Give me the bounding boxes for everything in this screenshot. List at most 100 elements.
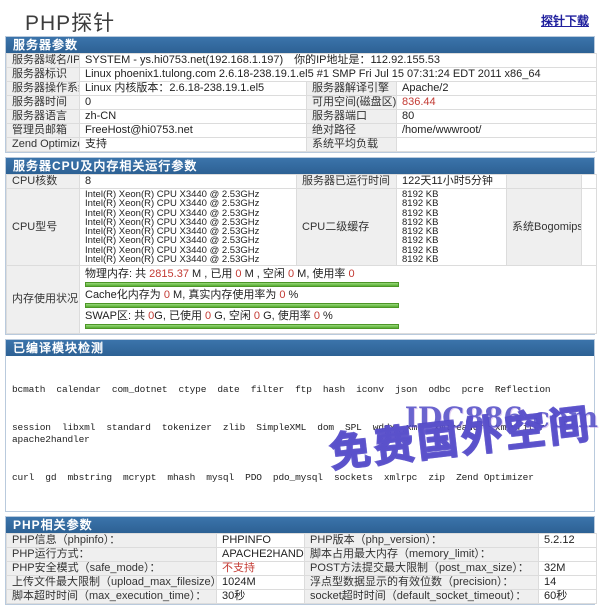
row-value: zh-CN xyxy=(80,110,307,124)
section-php-params: PHP相关参数 PHP信息（phpinfo）：PHPINFOPHP版本（php_… xyxy=(5,516,595,605)
memory-usage-text: SWAP区: 共 0G, 已使用 0 G, 空闲 0 G, 使用率 0 % xyxy=(85,310,591,323)
row-label: PHP安全模式（safe_mode）： xyxy=(7,562,217,576)
row-label: 服务器操作系统 xyxy=(7,82,80,96)
detail-line: 8192 KB xyxy=(402,255,501,264)
memory-usage-bar-fill xyxy=(86,283,398,286)
row-label: 系统平均负载 xyxy=(307,138,397,152)
memory-usage-text: Cache化内存为 0 M, 真实内存使用率为 0 % xyxy=(85,289,591,302)
row-label: 内存使用状况 xyxy=(7,266,80,334)
memory-usage-bar-fill xyxy=(86,304,398,307)
memory-label-text: % xyxy=(320,310,333,322)
cpu-memory-table: CPU核数8服务器已运行时间122天11小时5分钟CPU型号Intel(R) X… xyxy=(6,174,597,334)
row-value: 60秒 xyxy=(539,590,597,604)
memory-usage-bar xyxy=(85,303,399,308)
memory-label-text: G, 已使用 xyxy=(154,310,205,322)
row-label: CPU二级缓存 xyxy=(297,189,397,266)
memory-label-text: M, 使用率 xyxy=(294,268,348,280)
row-value xyxy=(582,189,597,266)
modules-line: session libxml standard tokenizer zlib S… xyxy=(12,422,588,447)
memory-value: 2815.37 xyxy=(149,268,189,280)
table-row: PHP运行方式：APACHE2HANDLER脚本占用最大内存（memory_li… xyxy=(7,548,597,562)
table-row: CPU型号Intel(R) Xeon(R) CPU X3440 @ 2.53GH… xyxy=(7,189,597,266)
table-row: 服务器操作系统Linux 内核版本：2.6.18-238.19.1.el5服务器… xyxy=(7,82,597,96)
row-label: CPU型号 xyxy=(7,189,80,266)
row-label: PHP运行方式： xyxy=(7,548,217,562)
row-label: 服务器标识 xyxy=(7,68,80,82)
row-value: /home/wwwroot/ xyxy=(397,124,597,138)
memory-label-text: G, 空闲 xyxy=(211,310,254,322)
section-server-params: 服务器参数 服务器域名/IP地址SYSTEM - ys.hi0753.net(1… xyxy=(5,36,595,153)
row-value: SYSTEM - ys.hi0753.net(192.168.1.197) 你的… xyxy=(80,54,597,68)
row-value: 8 xyxy=(80,175,297,189)
section-header-php-params: PHP相关参数 xyxy=(6,517,594,533)
row-label: 管理员邮箱 xyxy=(7,124,80,138)
section-header-compiled-modules: 已编译模块检测 xyxy=(6,340,594,356)
memory-usage-text: 物理内存: 共 2815.37 M , 已用 0 M , 空闲 0 M, 使用率… xyxy=(85,268,591,281)
row-value: FreeHost@hi0753.net xyxy=(80,124,307,138)
table-row: 服务器时间0可用空间(磁盘区)836.44 xyxy=(7,96,597,110)
memory-label-text: M , 已用 xyxy=(189,268,235,280)
row-label: 浮点型数据显示的有效位数（precision）： xyxy=(305,576,539,590)
row-value xyxy=(397,138,597,152)
row-value: 32M xyxy=(539,562,597,576)
row-value: APACHE2HANDLER xyxy=(217,548,305,562)
section-cpu-memory: 服务器CPU及内存相关运行参数 CPU核数8服务器已运行时间122天11小时5分… xyxy=(5,157,595,335)
page-title: PHP探针 xyxy=(25,7,115,37)
memory-label-text: Cache化内存为 xyxy=(85,289,164,301)
memory-usage-row: 内存使用状况物理内存: 共 2815.37 M , 已用 0 M , 空闲 0 … xyxy=(7,266,597,334)
row-value xyxy=(539,548,597,562)
row-value: 不支持 xyxy=(217,562,305,576)
row-value: 836.44 xyxy=(397,96,597,110)
memory-usage-bar xyxy=(85,324,399,329)
table-row: Zend Optimizer支持系统平均负载 xyxy=(7,138,597,152)
php-probe-page: PHP探针 探针下载 服务器参数 服务器域名/IP地址SYSTEM - ys.h… xyxy=(0,0,600,605)
row-value: 122天11小时5分钟 xyxy=(397,175,507,189)
row-label: 服务器语言 xyxy=(7,110,80,124)
memory-usage-line: Cache化内存为 0 M, 真实内存使用率为 0 % xyxy=(85,289,591,308)
row-label: 可用空间(磁盘区) xyxy=(307,96,397,110)
compiled-modules-list: bcmath calendar com_dotnet ctype date fi… xyxy=(6,356,594,511)
row-value: 5.2.12 xyxy=(539,534,597,548)
table-row: 服务器语言zh-CN服务器端口80 xyxy=(7,110,597,124)
row-value: Linux 内核版本：2.6.18-238.19.1.el5 xyxy=(80,82,307,96)
row-value: Apache/2 xyxy=(397,82,597,96)
row-label: PHP版本（php_version）： xyxy=(305,534,539,548)
php-params-table: PHP信息（phpinfo）：PHPINFOPHP版本（php_version）… xyxy=(6,533,597,604)
row-value: 80 xyxy=(397,110,597,124)
row-label: CPU核数 xyxy=(7,175,80,189)
table-row: PHP安全模式（safe_mode）：不支持POST方法提交最大限制（post_… xyxy=(7,562,597,576)
table-row: 上传文件最大限制（upload_max_filesize）：1024M浮点型数据… xyxy=(7,576,597,590)
row-value: Intel(R) Xeon(R) CPU X3440 @ 2.53GHzInte… xyxy=(80,189,297,266)
memory-usage-bar-fill xyxy=(86,325,398,328)
memory-label-text: M , 空闲 xyxy=(242,268,288,280)
table-row: 服务器域名/IP地址SYSTEM - ys.hi0753.net(192.168… xyxy=(7,54,597,68)
topbar: PHP探针 探针下载 xyxy=(5,0,595,36)
table-row: CPU核数8服务器已运行时间122天11小时5分钟 xyxy=(7,175,597,189)
table-row: 管理员邮箱FreeHost@hi0753.net绝对路径/home/wwwroo… xyxy=(7,124,597,138)
row-label xyxy=(507,175,582,189)
memory-label-text: SWAP区: 共 xyxy=(85,310,148,322)
row-label: 脚本占用最大内存（memory_limit）： xyxy=(305,548,539,562)
memory-usage-bar xyxy=(85,282,399,287)
row-label: POST方法提交最大限制（post_max_size）： xyxy=(305,562,539,576)
row-label: 服务器端口 xyxy=(307,110,397,124)
memory-label-text: % xyxy=(286,289,299,301)
row-value: 1024M xyxy=(217,576,305,590)
row-label: 服务器已运行时间 xyxy=(297,175,397,189)
memory-value: 0 xyxy=(348,268,354,280)
modules-line: bcmath calendar com_dotnet ctype date fi… xyxy=(12,384,588,397)
section-compiled-modules: 已编译模块检测 bcmath calendar com_dotnet ctype… xyxy=(5,339,595,512)
probe-download-link[interactable]: 探针下载 xyxy=(541,12,589,29)
memory-label-text: G, 使用率 xyxy=(260,310,314,322)
row-value: 30秒 xyxy=(217,590,305,604)
server-params-table: 服务器域名/IP地址SYSTEM - ys.hi0753.net(192.168… xyxy=(6,53,597,152)
row-label: Zend Optimizer xyxy=(7,138,80,152)
table-row: PHP信息（phpinfo）：PHPINFOPHP版本（php_version）… xyxy=(7,534,597,548)
modules-line: curl gd mbstring mcrypt mhash mysql PDO … xyxy=(12,472,588,485)
row-label: 绝对路径 xyxy=(307,124,397,138)
row-value: 14 xyxy=(539,576,597,590)
memory-usage-cell: 物理内存: 共 2815.37 M , 已用 0 M , 空闲 0 M, 使用率… xyxy=(80,266,597,334)
row-label: 服务器域名/IP地址 xyxy=(7,54,80,68)
row-label: PHP信息（phpinfo）： xyxy=(7,534,217,548)
row-value xyxy=(582,175,597,189)
